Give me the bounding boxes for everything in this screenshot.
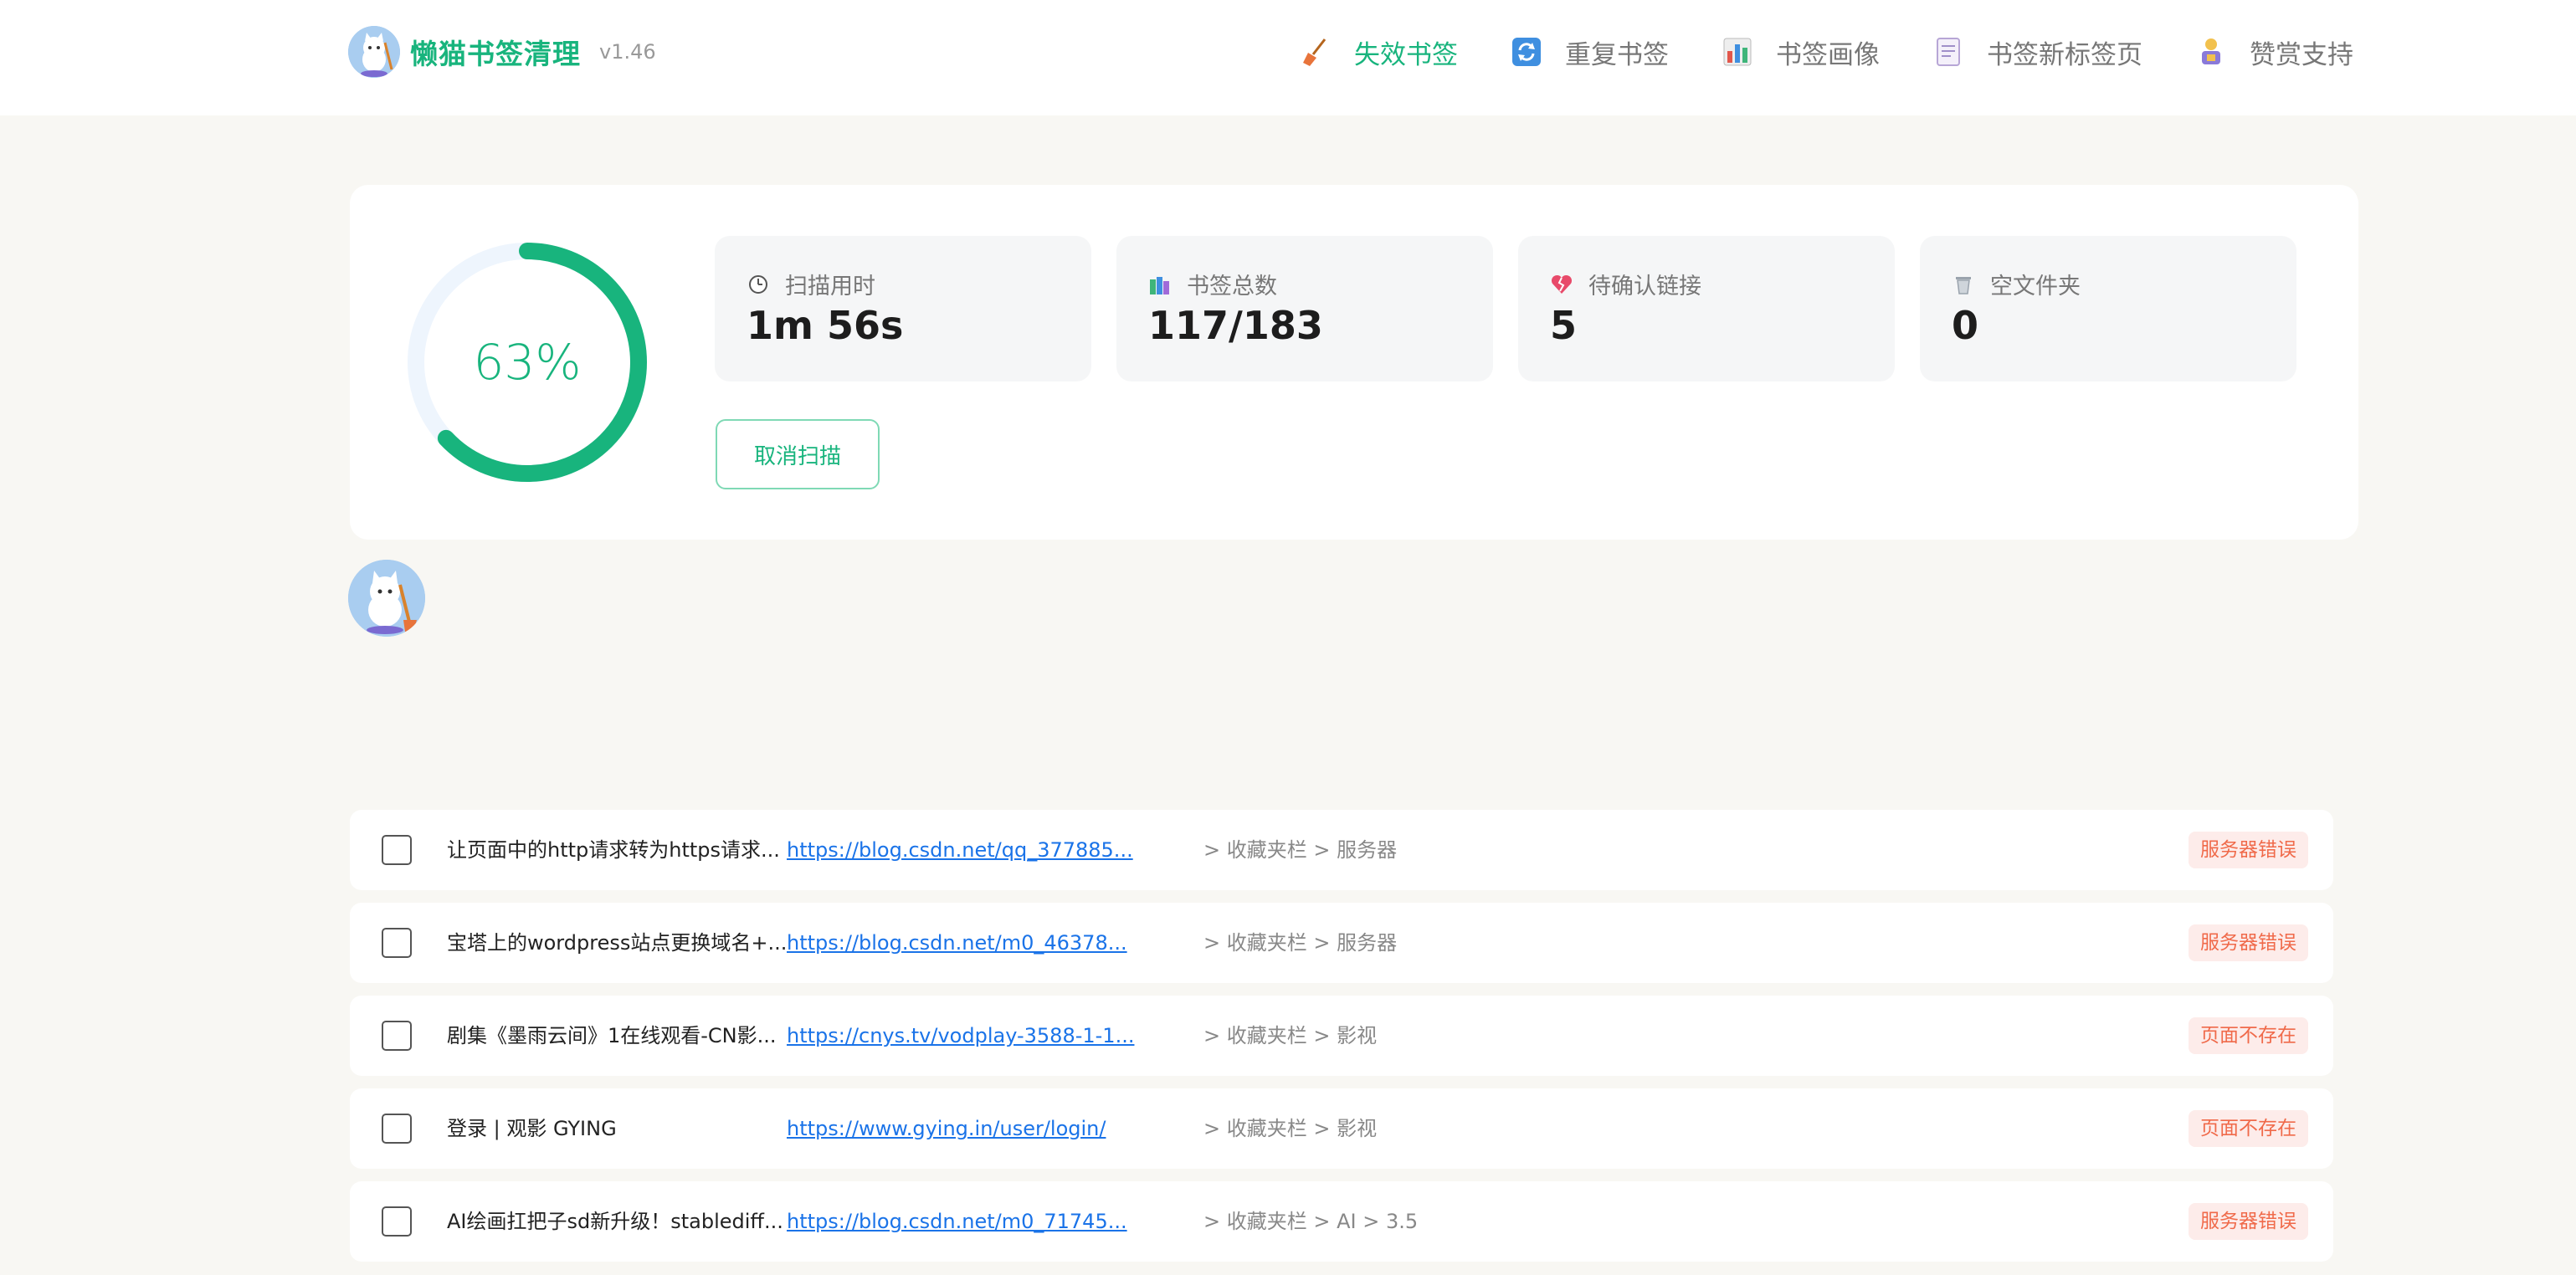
trash-icon xyxy=(1952,273,1975,296)
status-badge: 服务器错误 xyxy=(2189,924,2308,961)
bookmark-title: 宝塔上的wordpress站点更换域名+... xyxy=(447,931,788,955)
status-badge: 服务器错误 xyxy=(2189,1203,2308,1240)
stat-scan-time: 扫描用时 1m 56s xyxy=(715,236,1091,381)
top-header: 懒猫书签清理 v1.46 失效书签 重复书签 书签画像 书签新标签页 赞赏支持 xyxy=(0,0,2576,115)
bookmark-url-link[interactable]: https://blog.csdn.net/m0_71745... xyxy=(787,1181,1127,1262)
bookmark-row: 剧集《墨雨云间》1在线观看-CN影... https://cnys.tv/vod… xyxy=(350,996,2333,1076)
bookmark-row: AI绘画扛把子sd新升级！stablediff... https://blog.… xyxy=(350,1181,2333,1262)
brand-title: 懒猫书签清理 xyxy=(410,38,581,70)
stat-value: 117/183 xyxy=(1148,303,1323,348)
bar-chart-icon xyxy=(1721,35,1754,69)
bookmark-folder-path: > 收藏夹栏 > AI > 3.5 xyxy=(1203,1210,1419,1233)
nav-label: 书签画像 xyxy=(1776,39,1880,70)
nav-donate[interactable]: 赞赏支持 xyxy=(2194,33,2353,71)
bookmark-title: 剧集《墨雨云间》1在线观看-CN影... xyxy=(447,1024,777,1047)
broom-icon xyxy=(1299,35,1332,69)
cat-mascot-icon xyxy=(348,560,425,637)
row-checkbox[interactable] xyxy=(382,1114,412,1144)
bookmark-row: 宝塔上的wordpress站点更换域名+... https://blog.csd… xyxy=(350,903,2333,983)
stat-bookmark-total: 书签总数 117/183 xyxy=(1116,236,1493,381)
progress-ring: 63% xyxy=(402,237,653,488)
clock-icon xyxy=(747,273,770,296)
nav-label: 重复书签 xyxy=(1565,39,1669,70)
books-icon xyxy=(1148,273,1172,296)
main-nav: 失效书签 重复书签 书签画像 书签新标签页 赞赏支持 xyxy=(1299,30,2353,74)
bookmark-title: 让页面中的http请求转为https请求... xyxy=(447,838,780,862)
bookmark-row: 登录 | 观影 GYING https://www.gying.in/user/… xyxy=(350,1088,2333,1169)
row-checkbox[interactable] xyxy=(382,928,412,958)
nav-label: 失效书签 xyxy=(1354,39,1458,70)
broken-heart-icon xyxy=(1550,273,1573,296)
stat-empty-folders: 空文件夹 0 xyxy=(1920,236,2296,381)
brand[interactable]: 懒猫书签清理 v1.46 xyxy=(348,25,656,79)
stat-label: 书签总数 xyxy=(1187,274,1277,300)
bookmark-folder-path: > 收藏夹栏 > 服务器 xyxy=(1203,838,1398,862)
scan-summary-card: 63% 扫描用时 1m 56s 书签总数 117/183 待确认链接 5 空文件… xyxy=(350,185,2358,540)
stat-label: 扫描用时 xyxy=(785,274,875,300)
bookmark-url-link[interactable]: https://blog.csdn.net/qq_377885... xyxy=(787,810,1133,890)
nav-invalid-bookmarks[interactable]: 失效书签 xyxy=(1299,33,1458,71)
bookmark-title: AI绘画扛把子sd新升级！stablediff... xyxy=(447,1210,783,1233)
nav-duplicate-bookmarks[interactable]: 重复书签 xyxy=(1510,33,1669,71)
notepad-icon xyxy=(1932,35,1965,69)
row-checkbox[interactable] xyxy=(382,1206,412,1237)
cancel-scan-button[interactable]: 取消扫描 xyxy=(716,419,880,489)
version-label: v1.46 xyxy=(599,40,656,64)
nav-bookmark-newtab[interactable]: 书签新标签页 xyxy=(1932,33,2142,71)
status-badge: 页面不存在 xyxy=(2189,1110,2308,1147)
status-badge: 页面不存在 xyxy=(2189,1017,2308,1054)
stat-value: 0 xyxy=(1952,303,1979,348)
nav-label: 书签新标签页 xyxy=(1987,39,2142,70)
nav-label: 赞赏支持 xyxy=(2250,39,2353,70)
bookmark-title: 登录 | 观影 GYING xyxy=(447,1117,617,1140)
refresh-icon xyxy=(1510,35,1543,69)
progress-percent: 63% xyxy=(473,334,582,391)
donor-icon xyxy=(2194,35,2228,69)
nav-bookmark-profile[interactable]: 书签画像 xyxy=(1721,33,1880,71)
bookmark-url-link[interactable]: https://www.gying.in/user/login/ xyxy=(787,1088,1106,1169)
bookmark-row: 让页面中的http请求转为https请求... https://blog.csd… xyxy=(350,810,2333,890)
stat-value: 1m 56s xyxy=(747,303,904,348)
bookmark-folder-path: > 收藏夹栏 > 影视 xyxy=(1203,1024,1378,1047)
row-checkbox[interactable] xyxy=(382,835,412,865)
row-checkbox[interactable] xyxy=(382,1021,412,1051)
bookmark-folder-path: > 收藏夹栏 > 服务器 xyxy=(1203,931,1398,955)
cat-logo-icon xyxy=(348,26,400,78)
stat-value: 5 xyxy=(1550,303,1578,348)
bookmark-url-link[interactable]: https://blog.csdn.net/m0_46378... xyxy=(787,903,1127,983)
stat-label: 待确认链接 xyxy=(1588,274,1701,300)
bookmark-folder-path: > 收藏夹栏 > 影视 xyxy=(1203,1117,1378,1140)
status-badge: 服务器错误 xyxy=(2189,832,2308,868)
stat-label: 空文件夹 xyxy=(1990,274,2081,300)
bookmark-url-link[interactable]: https://cnys.tv/vodplay-3588-1-1... xyxy=(787,996,1134,1076)
stat-pending-links: 待确认链接 5 xyxy=(1518,236,1895,381)
